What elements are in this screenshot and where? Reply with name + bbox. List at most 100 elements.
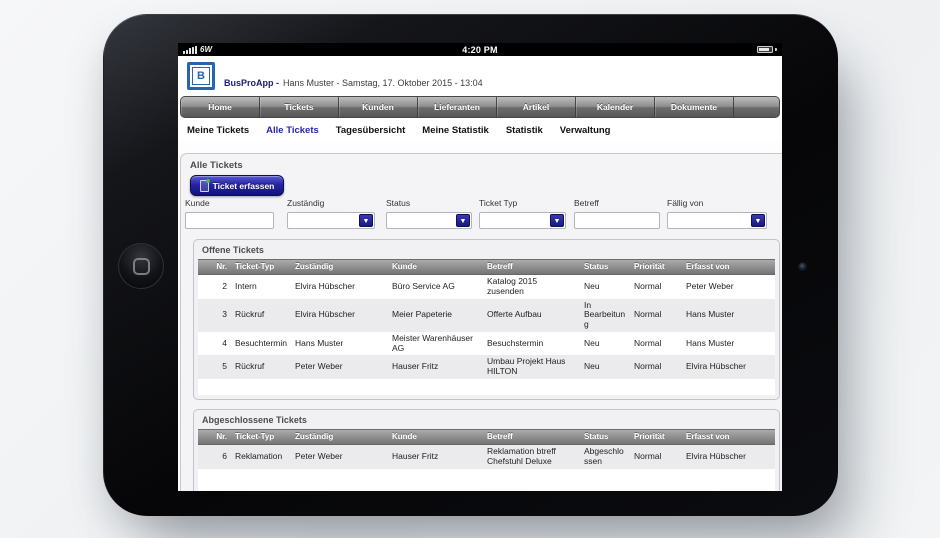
subnav-verwaltung[interactable]: Verwaltung xyxy=(560,125,611,136)
col-ticket-typ: Ticket-Typ xyxy=(231,260,291,274)
col-status: Status xyxy=(580,430,630,444)
battery-icon xyxy=(757,46,773,53)
home-button[interactable] xyxy=(118,243,164,289)
cell: Abgeschlossen xyxy=(580,445,630,469)
page-title: Alle Tickets xyxy=(190,160,243,171)
carrier-label: 6W xyxy=(200,45,212,54)
nav-tab-dokumente[interactable]: Dokumente xyxy=(655,97,734,117)
cell: Hans Muster xyxy=(682,337,775,351)
ticket-erfassen-button[interactable]: Ticket erfassen xyxy=(190,175,284,196)
app-title: BusProApp -Hans Muster - Samstag, 17. Ok… xyxy=(224,78,483,88)
ticket-row[interactable]: 5 Rückruf Peter Weber Hauser Fritz Umbau… xyxy=(198,355,775,379)
filter-label-betreff: Betreff xyxy=(574,198,660,208)
offene-tickets-panel: Offene Tickets Nr. Ticket-Typ Zuständig … xyxy=(193,239,780,400)
ticket-row[interactable]: 4 Besuchtermin Hans Muster Meister Waren… xyxy=(198,332,775,356)
filter-betreff: Betreff xyxy=(574,198,660,229)
subnav-meine-statistik[interactable]: Meine Statistik xyxy=(422,125,489,136)
cell: Peter Weber xyxy=(682,280,775,294)
app-logo: B xyxy=(187,62,215,90)
filter-label-zustaendig: Zuständig xyxy=(287,198,375,208)
col-zustaendig: Zuständig xyxy=(291,260,388,274)
cell: Peter Weber xyxy=(291,360,388,374)
cell: Hauser Fritz xyxy=(388,450,483,464)
subnav-statistik[interactable]: Statistik xyxy=(506,125,543,136)
cell: Meier Papeterie xyxy=(388,308,483,322)
filter-input-betreff[interactable] xyxy=(574,212,660,229)
filter-select-faellig-von[interactable]: ▼ xyxy=(667,212,767,229)
cell: Reklamation xyxy=(231,450,291,464)
battery-fill xyxy=(759,48,769,51)
sub-nav: Meine Tickets Alle Tickets Tagesübersich… xyxy=(180,118,780,142)
filter-label-ticket-typ: Ticket Typ xyxy=(479,198,566,208)
cell: Besuchtermin xyxy=(231,337,291,351)
col-betreff: Betreff xyxy=(483,260,580,274)
filter-input-kunde[interactable] xyxy=(185,212,274,229)
cell: Neu xyxy=(580,337,630,351)
filter-select-zustaendig[interactable]: ▼ xyxy=(287,212,375,229)
new-ticket-icon xyxy=(200,180,209,192)
cell: 6 xyxy=(198,450,231,464)
cell: Büro Service AG xyxy=(388,280,483,294)
cell: Neu xyxy=(580,360,630,374)
dropdown-arrow-icon[interactable]: ▼ xyxy=(359,214,373,227)
cell: Intern xyxy=(231,280,291,294)
cell: Normal xyxy=(630,337,682,351)
signal-icon xyxy=(183,46,197,54)
subnav-alle-tickets[interactable]: Alle Tickets xyxy=(266,125,319,136)
filter-kunde: Kunde xyxy=(185,198,274,229)
col-ticket-typ: Ticket-Typ xyxy=(231,430,291,444)
cell: Hans Muster xyxy=(291,337,388,351)
ticket-row[interactable]: 3 Rückruf Elvira Hübscher Meier Papeteri… xyxy=(198,299,775,332)
col-prioritaet: Priorität xyxy=(630,430,682,444)
cell: 2 xyxy=(198,280,231,294)
col-nr: Nr. xyxy=(198,260,231,274)
col-nr: Nr. xyxy=(198,430,231,444)
alle-tickets-panel: Alle Tickets Ticket erfassen Kunde Zustä… xyxy=(180,153,782,491)
cell: Hans Muster xyxy=(682,308,775,322)
abgeschlossene-tickets-table: Nr. Ticket-Typ Zuständig Kunde Betreff S… xyxy=(198,429,775,491)
battery-tip xyxy=(775,48,777,51)
offene-tickets-title: Offene Tickets xyxy=(202,245,264,255)
cell: Elvira Hübscher xyxy=(291,280,388,294)
cell: Umbau Projekt Haus HILTON xyxy=(483,355,580,379)
dropdown-arrow-icon[interactable]: ▼ xyxy=(751,214,765,227)
filter-ticket-typ: Ticket Typ ▼ xyxy=(479,198,566,229)
main-nav: Home Tickets Kunden Lieferanten Artikel … xyxy=(180,96,780,118)
cell: Normal xyxy=(630,280,682,294)
col-kunde: Kunde xyxy=(388,260,483,274)
camera xyxy=(798,262,807,271)
screen: 6W 4:20 PM B BusProApp -Hans Muster - Sa… xyxy=(178,43,782,491)
abgeschlossene-tickets-title: Abgeschlossene Tickets xyxy=(202,415,307,425)
cell: Rückruf xyxy=(231,360,291,374)
nav-tab-kalender[interactable]: Kalender xyxy=(576,97,655,117)
filter-select-ticket-typ[interactable]: ▼ xyxy=(479,212,566,229)
cell: Normal xyxy=(630,450,682,464)
dropdown-arrow-icon[interactable]: ▼ xyxy=(550,214,564,227)
nav-tab-tickets[interactable]: Tickets xyxy=(260,97,339,117)
tablet-device: 6W 4:20 PM B BusProApp -Hans Muster - Sa… xyxy=(103,14,838,516)
abgeschlossene-tickets-panel: Abgeschlossene Tickets Nr. Ticket-Typ Zu… xyxy=(193,409,780,491)
dropdown-arrow-icon[interactable]: ▼ xyxy=(456,214,470,227)
nav-tab-home[interactable]: Home xyxy=(181,97,260,117)
nav-tab-lieferanten[interactable]: Lieferanten xyxy=(418,97,497,117)
subnav-tagesuebersicht[interactable]: Tagesübersicht xyxy=(336,125,406,136)
cell: 3 xyxy=(198,308,231,322)
ticket-row[interactable]: 6 Reklamation Peter Weber Hauser Fritz R… xyxy=(198,445,775,469)
col-erfasst-von: Erfasst von xyxy=(682,260,775,274)
content-area: Alle Tickets Ticket erfassen Kunde Zustä… xyxy=(178,142,782,491)
col-zustaendig: Zuständig xyxy=(291,430,388,444)
nav-tab-artikel[interactable]: Artikel xyxy=(497,97,576,117)
offene-tickets-table: Nr. Ticket-Typ Zuständig Kunde Betreff S… xyxy=(198,259,775,395)
filter-status: Status ▼ xyxy=(386,198,472,229)
nav-tab-kunden[interactable]: Kunden xyxy=(339,97,418,117)
ticket-row[interactable]: 2 Intern Elvira Hübscher Büro Service AG… xyxy=(198,275,775,299)
app-header: B BusProApp -Hans Muster - Samstag, 17. … xyxy=(178,56,782,95)
cell: 4 xyxy=(198,337,231,351)
status-bar: 6W 4:20 PM xyxy=(178,43,782,56)
filter-select-status[interactable]: ▼ xyxy=(386,212,472,229)
col-erfasst-von: Erfasst von xyxy=(682,430,775,444)
subnav-meine-tickets[interactable]: Meine Tickets xyxy=(187,125,249,136)
session-info: Hans Muster - Samstag, 17. Oktober 2015 … xyxy=(283,78,483,88)
cell: In Bearbeitung xyxy=(580,299,630,332)
cell: Rückruf xyxy=(231,308,291,322)
